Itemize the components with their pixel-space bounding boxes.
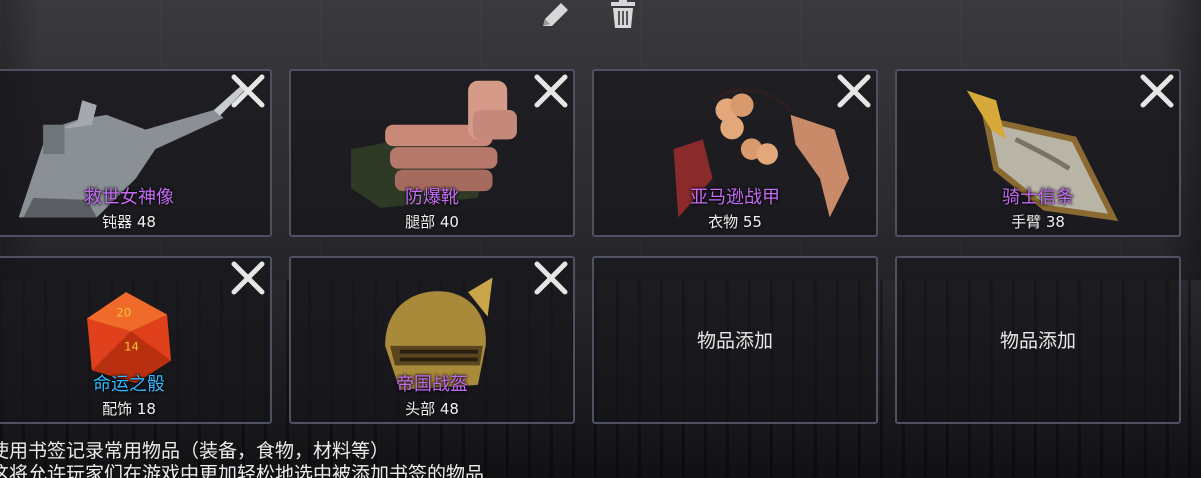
- close-icon[interactable]: [533, 73, 569, 109]
- item-stat: 腿部 40: [405, 213, 459, 231]
- bookmark-slot[interactable]: 帝国战盔 头部 48: [289, 256, 575, 424]
- item-name: 帝国战盔: [396, 374, 468, 395]
- bookmark-slot[interactable]: 防爆靴 腿部 40: [289, 69, 575, 237]
- close-icon[interactable]: [1139, 73, 1175, 109]
- help-text: 使用书签记录常用物品（装备，食物，材料等） 这将允许玩家们在游戏中更加轻松地选中…: [0, 440, 484, 478]
- pencil-icon[interactable]: [535, 0, 575, 32]
- add-item-label[interactable]: 物品添加: [897, 326, 1179, 353]
- svg-text:14: 14: [124, 340, 139, 354]
- item-name: 命运之骰: [93, 374, 165, 395]
- bookmark-slot[interactable]: 20 14 命运之骰 配饰 18: [0, 256, 272, 424]
- item-name: 救世女神像: [84, 187, 174, 208]
- empty-slot[interactable]: 物品添加: [592, 256, 878, 424]
- bookmark-slot[interactable]: 救世女神像 钝器 48: [0, 69, 272, 237]
- close-icon[interactable]: [230, 260, 266, 296]
- empty-slot[interactable]: 物品添加: [895, 256, 1181, 424]
- item-name: 防爆靴: [405, 187, 459, 208]
- trash-icon[interactable]: [603, 0, 643, 32]
- help-line-1: 使用书签记录常用物品（装备，食物，材料等）: [0, 440, 390, 462]
- close-icon[interactable]: [533, 260, 569, 296]
- item-stat: 头部 48: [405, 400, 459, 418]
- item-name: 骑士信条: [1002, 187, 1074, 208]
- toolbar: [535, 0, 643, 34]
- add-item-label[interactable]: 物品添加: [594, 326, 876, 353]
- bookmark-slot[interactable]: 骑士信条 手臂 38: [895, 69, 1181, 237]
- close-icon[interactable]: [230, 73, 266, 109]
- item-stat: 配饰 18: [102, 400, 156, 418]
- close-icon[interactable]: [836, 73, 872, 109]
- bookmark-slot[interactable]: 亚马逊战甲 衣物 55: [592, 69, 878, 237]
- item-name: 亚马逊战甲: [690, 187, 780, 208]
- item-stat: 钝器 48: [102, 213, 156, 231]
- item-stat: 手臂 38: [1011, 213, 1065, 231]
- item-stat: 衣物 55: [708, 213, 762, 231]
- svg-text:20: 20: [116, 306, 131, 320]
- help-line-2: 这将允许玩家们在游戏中更加轻松地选中被添加书签的物品: [0, 463, 485, 478]
